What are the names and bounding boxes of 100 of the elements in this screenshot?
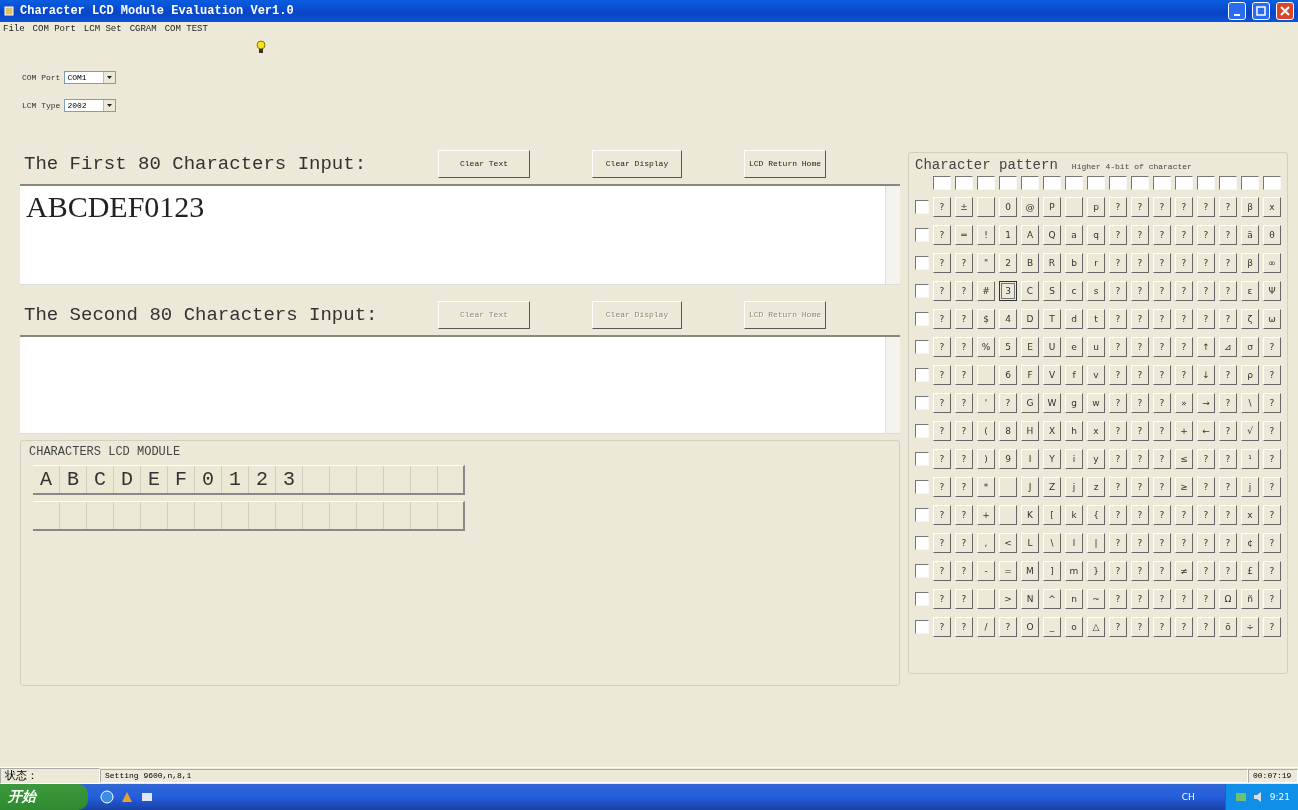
character-button[interactable]: ? xyxy=(1175,365,1193,385)
character-button[interactable]: ? xyxy=(1197,589,1215,609)
character-button[interactable]: ? xyxy=(1153,421,1171,441)
character-button[interactable]: K xyxy=(1021,505,1039,525)
character-button[interactable]: ? xyxy=(955,533,973,553)
character-button[interactable]: ? xyxy=(955,337,973,357)
character-button[interactable]: ? xyxy=(1131,589,1149,609)
character-button[interactable]: ÷ xyxy=(1241,617,1259,637)
character-button[interactable]: 1 xyxy=(999,225,1017,245)
character-button[interactable]: ? xyxy=(1197,561,1215,581)
character-button[interactable]: ? xyxy=(1131,281,1149,301)
character-button[interactable]: ? xyxy=(1131,533,1149,553)
character-button[interactable]: ? xyxy=(1263,561,1281,581)
character-button[interactable]: z xyxy=(1087,477,1105,497)
character-button[interactable]: ? xyxy=(1109,533,1127,553)
character-button[interactable] xyxy=(999,477,1017,497)
checkbox[interactable] xyxy=(915,536,929,550)
character-button[interactable]: W xyxy=(1043,393,1061,413)
character-button[interactable]: ? xyxy=(1109,197,1127,217)
character-button[interactable] xyxy=(977,589,995,609)
character-button[interactable]: 5 xyxy=(999,337,1017,357)
character-button[interactable]: ? xyxy=(1131,617,1149,637)
character-button[interactable]: ? xyxy=(1197,225,1215,245)
character-button[interactable]: u xyxy=(1087,337,1105,357)
character-button[interactable]: < xyxy=(999,533,1017,553)
checkbox[interactable] xyxy=(977,176,995,190)
character-button[interactable]: ? xyxy=(1153,505,1171,525)
character-button[interactable]: ? xyxy=(1153,225,1171,245)
character-button[interactable]: ? xyxy=(1263,477,1281,497)
character-button[interactable]: > xyxy=(999,589,1017,609)
character-button[interactable]: ? xyxy=(1131,197,1149,217)
checkbox[interactable] xyxy=(1087,176,1105,190)
action-button[interactable]: LCD Return Home xyxy=(744,150,826,178)
character-button[interactable]: = xyxy=(999,561,1017,581)
character-button[interactable]: ? xyxy=(1175,337,1193,357)
character-button[interactable]: " xyxy=(977,253,995,273)
dropdown[interactable]: 2002 xyxy=(64,98,117,112)
character-button[interactable]: ? xyxy=(1109,505,1127,525)
character-button[interactable]: ? xyxy=(1197,281,1215,301)
character-button[interactable]: ä xyxy=(1241,225,1259,245)
checkbox[interactable] xyxy=(1065,176,1083,190)
character-button[interactable]: ? xyxy=(1131,337,1149,357)
character-button[interactable]: } xyxy=(1087,561,1105,581)
character-button[interactable]: ? xyxy=(1109,393,1127,413)
character-button[interactable]: I xyxy=(1021,449,1039,469)
character-button[interactable]: g xyxy=(1065,393,1083,413)
character-button[interactable]: ^ xyxy=(1043,589,1061,609)
character-button[interactable]: σ xyxy=(1241,337,1259,357)
character-button[interactable]: ? xyxy=(1263,533,1281,553)
character-button[interactable]: r xyxy=(1087,253,1105,273)
character-button[interactable]: ? xyxy=(1219,393,1237,413)
character-button[interactable]: + xyxy=(977,505,995,525)
checkbox[interactable] xyxy=(915,368,929,382)
character-button[interactable]: ? xyxy=(1153,617,1171,637)
character-button[interactable]: ? xyxy=(933,253,951,273)
character-button[interactable]: ? xyxy=(1175,253,1193,273)
character-button[interactable]: Ψ xyxy=(1263,281,1281,301)
checkbox[interactable] xyxy=(999,176,1017,190)
character-button[interactable]: Y xyxy=(1043,449,1061,469)
character-button[interactable]: ≠ xyxy=(1175,561,1193,581)
character-button[interactable]: ? xyxy=(933,477,951,497)
character-button[interactable]: ? xyxy=(1131,449,1149,469)
character-button[interactable]: ? xyxy=(933,197,951,217)
character-button[interactable]: ) xyxy=(977,449,995,469)
character-button[interactable]: ? xyxy=(933,281,951,301)
checkbox[interactable] xyxy=(933,176,951,190)
character-button[interactable]: β xyxy=(1241,197,1259,217)
character-button[interactable]: ? xyxy=(1109,281,1127,301)
checkbox[interactable] xyxy=(915,396,929,410)
character-button[interactable]: n xyxy=(1065,589,1083,609)
character-button[interactable] xyxy=(977,197,995,217)
character-button[interactable]: ω xyxy=(1263,309,1281,329)
checkbox[interactable] xyxy=(1263,176,1281,190)
character-button[interactable]: \ xyxy=(1043,533,1061,553)
character-button[interactable]: ? xyxy=(1153,281,1171,301)
character-button[interactable]: P xyxy=(1043,197,1061,217)
character-button[interactable]: ? xyxy=(1153,477,1171,497)
maximize-button[interactable] xyxy=(1252,2,1270,20)
character-button[interactable]: k xyxy=(1065,505,1083,525)
character-button[interactable]: ? xyxy=(999,617,1017,637)
checkbox[interactable] xyxy=(915,228,929,242)
character-button[interactable]: ? xyxy=(1153,365,1171,385)
character-button[interactable]: H xyxy=(1021,421,1039,441)
checkbox[interactable] xyxy=(915,508,929,522)
minimize-button[interactable] xyxy=(1228,2,1246,20)
checkbox[interactable] xyxy=(1241,176,1259,190)
character-button[interactable]: X xyxy=(1043,421,1061,441)
character-button[interactable]: ≤ xyxy=(1175,449,1193,469)
character-button[interactable]: → xyxy=(1197,393,1215,413)
character-button[interactable]: Ω xyxy=(1219,589,1237,609)
character-button[interactable]: D xyxy=(1021,309,1039,329)
character-button[interactable]: + xyxy=(1175,421,1193,441)
character-button[interactable]: - xyxy=(977,561,995,581)
character-button[interactable]: ? xyxy=(955,393,973,413)
character-button[interactable]: { xyxy=(1087,505,1105,525)
character-button[interactable]: β xyxy=(1241,253,1259,273)
text-input[interactable]: ABCDEF0123 xyxy=(20,184,900,285)
character-button[interactable]: ? xyxy=(1175,309,1193,329)
character-button[interactable]: ≥ xyxy=(1175,477,1193,497)
checkbox[interactable] xyxy=(955,176,973,190)
